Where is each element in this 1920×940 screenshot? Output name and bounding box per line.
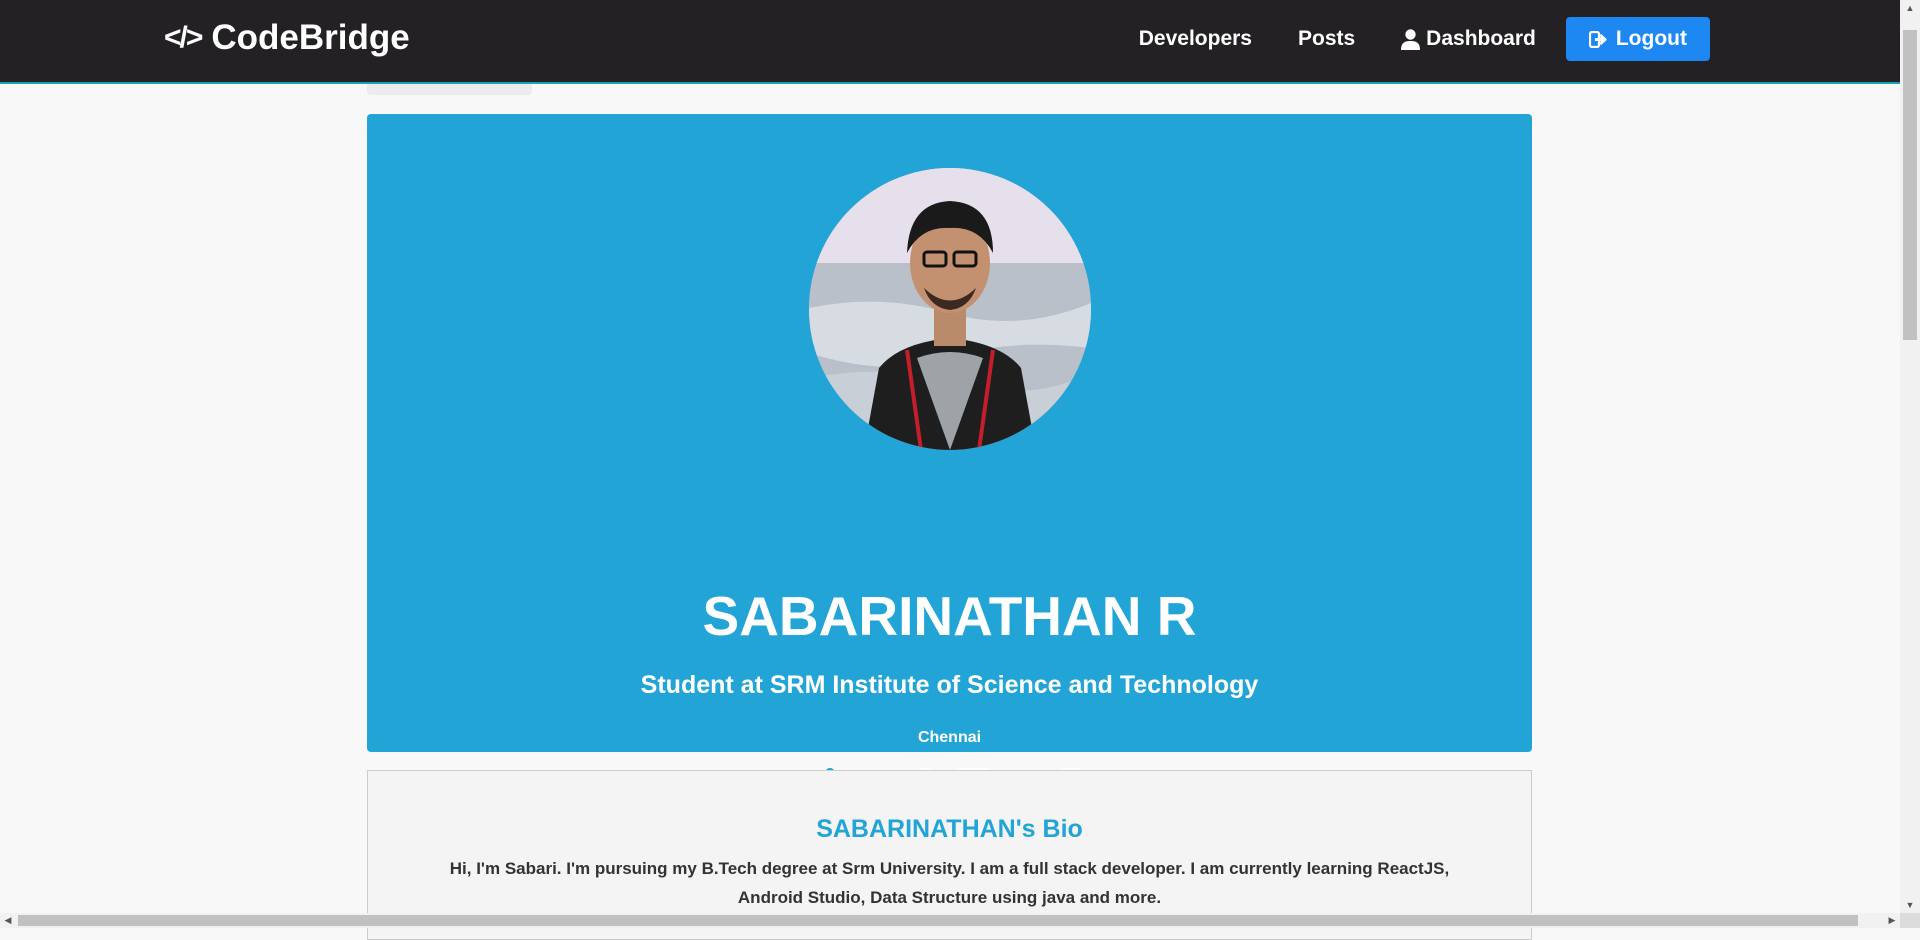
logout-button[interactable]: Logout (1565, 17, 1710, 61)
back-button-edge[interactable] (367, 84, 532, 95)
navbar: </> CodeBridge Developers Posts Dashboar… (0, 0, 1900, 84)
nav-posts-label: Posts (1297, 27, 1356, 50)
profile-status: Student at SRM Institute of Science and … (640, 671, 1259, 699)
nav-developers-label: Developers (1138, 27, 1252, 50)
nav-dashboard-label: Dashboard (1426, 27, 1536, 50)
profile-avatar (809, 168, 1091, 450)
profile-name: SABARINATHAN R (702, 585, 1197, 647)
scrollbar-corner (1900, 913, 1920, 928)
bio-title: SABARINATHAN's Bio (816, 815, 1083, 843)
scroll-left-arrow-icon[interactable]: ◀ (0, 913, 16, 928)
vertical-scroll-thumb[interactable] (1903, 30, 1917, 340)
nav-posts-link[interactable]: Posts (1298, 27, 1355, 51)
bio-text: Hi, I'm Sabari. I'm pursuing my B.Tech d… (449, 859, 1450, 907)
nav-dashboard-link[interactable]: Dashboard (1401, 27, 1536, 51)
profile-top: SABARINATHAN R Student at SRM Institute … (367, 114, 1532, 803)
code-icon: </> (164, 21, 203, 54)
sign-out-icon (1588, 30, 1607, 48)
nav-links: Developers Posts Dashboard Logout (1093, 17, 1710, 61)
vertical-scrollbar[interactable]: ▲ ▼ (1900, 0, 1920, 913)
scroll-up-arrow-icon[interactable]: ▲ (1900, 0, 1920, 16)
logout-label: Logout (1615, 27, 1687, 50)
nav-developers-link[interactable]: Developers (1139, 27, 1252, 51)
profile-location: Chennai (917, 729, 982, 746)
scroll-right-arrow-icon[interactable]: ▶ (1884, 913, 1900, 928)
horizontal-scrollbar[interactable]: ◀ ▶ (0, 913, 1900, 928)
scroll-down-arrow-icon[interactable]: ▼ (1900, 897, 1920, 913)
user-icon (1401, 28, 1421, 50)
brand-name: CodeBridge (211, 18, 410, 57)
brand-link[interactable]: </> CodeBridge (164, 18, 410, 58)
horizontal-scroll-thumb[interactable] (18, 915, 1858, 926)
